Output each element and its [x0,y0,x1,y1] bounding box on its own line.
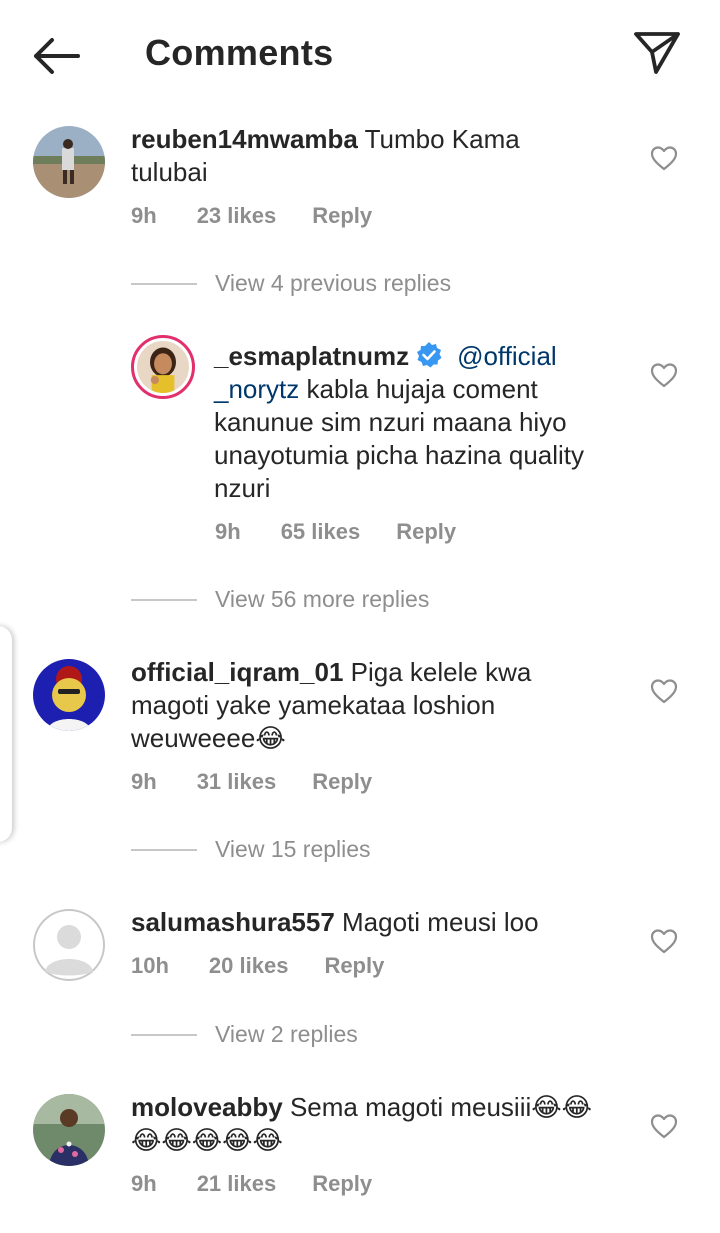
comment-likes[interactable]: 20 likes [209,953,289,978]
comment-meta: 9h 21 likes Reply [131,1171,408,1197]
comment-username[interactable]: moloveabby [131,1092,283,1122]
comment-likes[interactable]: 65 likes [281,519,361,544]
comment-meta: 9h 31 likes Reply [131,769,408,795]
comment-body: Magoti meusi loo [334,907,539,937]
default-avatar-icon[interactable] [33,909,105,981]
divider [131,282,197,285]
comment-text: salumashura557 Magoti meusi loo [131,906,601,939]
story-avatar[interactable] [131,335,195,399]
heart-icon[interactable] [649,926,679,956]
comment-text: moloveabby Sema magoti meusiii😂😂 😂😂😂😂😂 [131,1091,626,1157]
heart-icon[interactable] [649,1111,679,1141]
avatar[interactable] [33,1094,105,1166]
edge-panel-handle[interactable] [0,626,12,842]
reply-button[interactable]: Reply [324,953,384,978]
comment-text: official_iqram_01 Piga kelele kwa magoti… [131,656,601,755]
comment-username[interactable]: reuben14mwamba [131,124,358,154]
avatar[interactable] [33,659,105,731]
send-icon[interactable] [630,26,684,80]
comment-likes[interactable]: 21 likes [197,1171,277,1196]
reply-button[interactable]: Reply [396,519,456,544]
comment-likes[interactable]: 23 likes [197,203,277,228]
view-replies-button[interactable]: View 4 previous replies [131,270,451,297]
comment-time: 9h [131,203,157,228]
divider [131,848,197,851]
top-bar: Comments [0,0,720,108]
comment-time: 10h [131,953,169,978]
view-replies-label: View 4 previous replies [215,270,452,296]
comment-likes[interactable]: 31 likes [197,769,277,794]
reply-button[interactable]: Reply [312,769,372,794]
page-title: Comments [145,32,334,73]
divider [131,1033,197,1036]
divider [131,598,197,601]
avatar[interactable] [33,126,105,198]
comment-text: _esmaplatnumz @official _norytz kabla huj… [214,340,634,505]
comment-meta: 9h 65 likes Reply [215,519,492,545]
view-replies-button[interactable]: View 15 replies [131,836,371,863]
comment-username[interactable]: salumashura557 [131,907,335,937]
heart-icon[interactable] [649,360,679,390]
comment-time: 9h [215,519,241,544]
view-replies-button[interactable]: View 2 replies [131,1021,358,1048]
view-replies-label: View 56 more replies [215,586,430,612]
heart-icon[interactable] [649,143,679,173]
comment-meta: 9h 23 likes Reply [131,203,408,229]
heart-icon[interactable] [649,676,679,706]
comment-time: 9h [131,1171,157,1196]
view-replies-button[interactable]: View 56 more replies [131,586,429,613]
verified-badge-icon [417,342,442,368]
comment-meta: 10h 20 likes Reply [131,953,420,979]
comment-time: 9h [131,769,157,794]
reply-button[interactable]: Reply [312,1171,372,1196]
comment-username[interactable]: official_iqram_01 [131,657,343,687]
comment-username[interactable]: _esmaplatnumz [214,341,409,371]
view-replies-label: View 2 replies [215,1021,358,1047]
comment-text: reuben14mwamba Tumbo Kama tulubai [131,123,601,189]
reply-button[interactable]: Reply [312,203,372,228]
back-arrow-icon[interactable] [28,32,84,80]
view-replies-label: View 15 replies [215,836,371,862]
